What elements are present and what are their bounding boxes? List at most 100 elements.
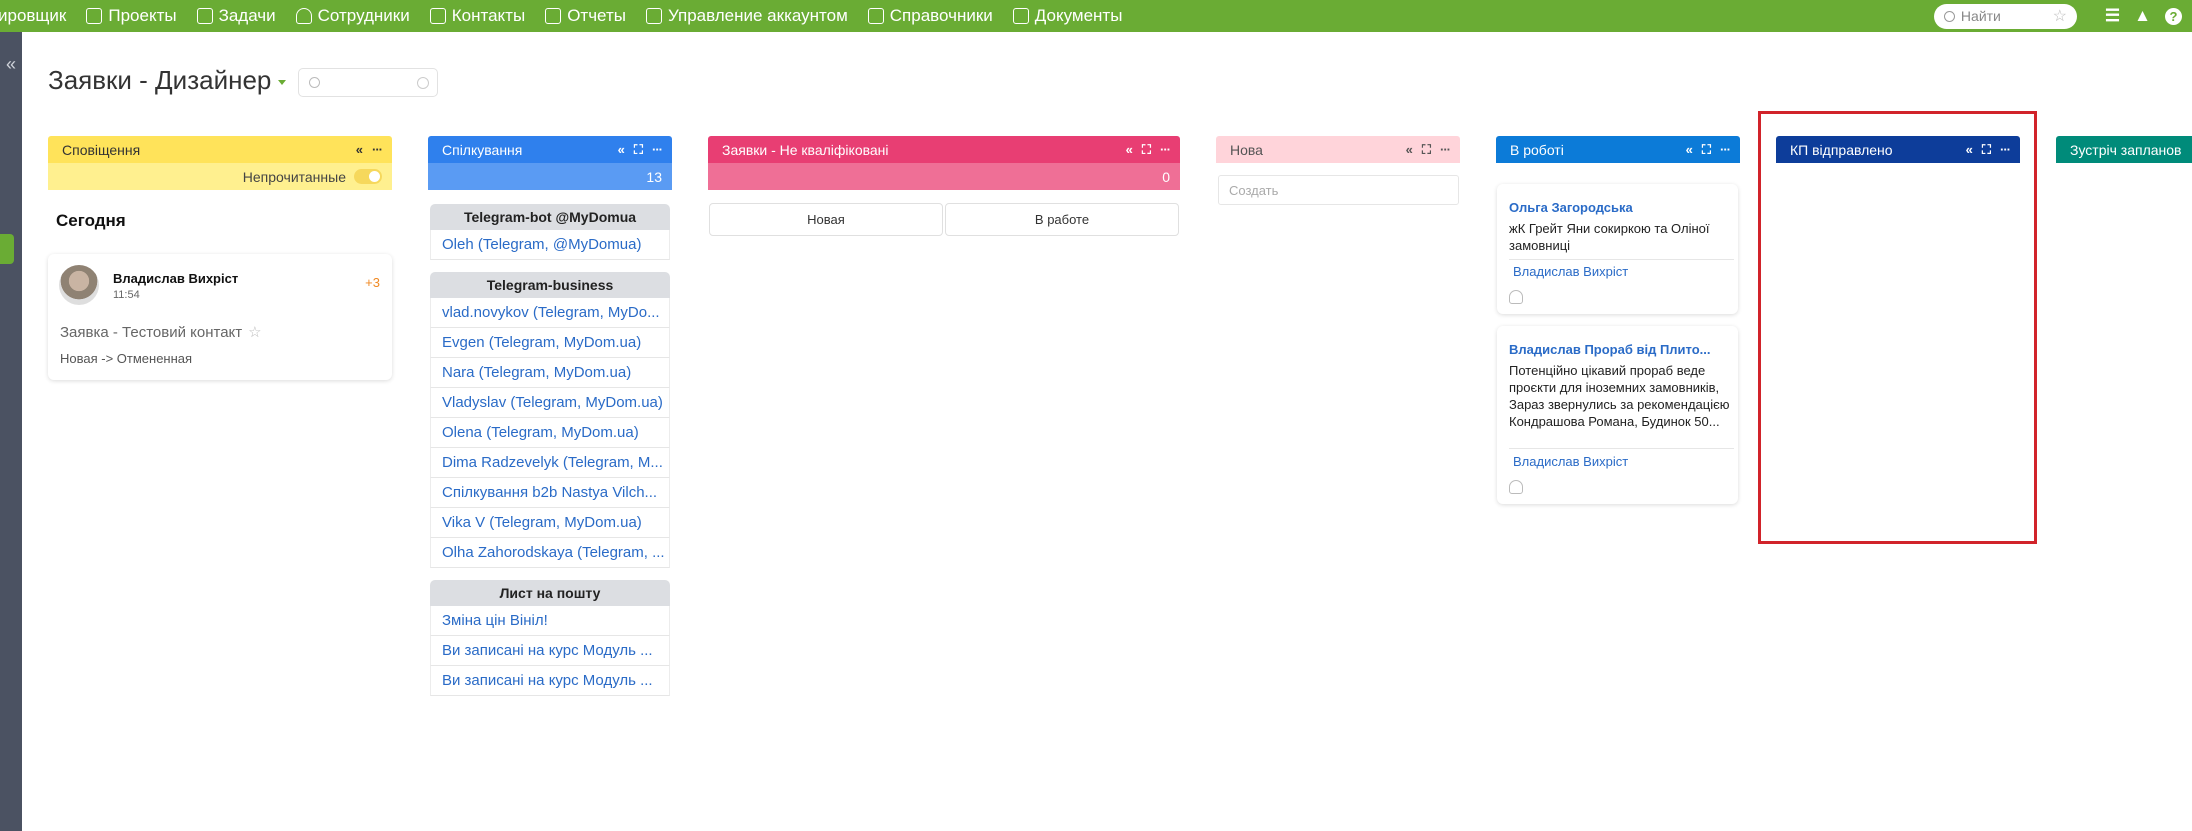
star-icon[interactable]: ☆	[2053, 6, 2067, 26]
notification-lead-row[interactable]: Заявка - Тестовий контакт ☆	[60, 323, 262, 341]
lead-card[interactable]: Ольга Загородська жК Грейт Яни сокиркою …	[1497, 184, 1738, 314]
unread-label: Непрочитанные	[242, 168, 346, 185]
notification-extra-count[interactable]: +3	[365, 275, 380, 290]
chat-item[interactable]: Olha Zahorodskaya (Telegram, ...	[430, 538, 670, 568]
expand-sidebar-icon[interactable]: «	[0, 54, 22, 75]
lead-card-title[interactable]: Ольга Загородська	[1509, 200, 1633, 215]
rocket-icon[interactable]: ▲	[2134, 6, 2151, 26]
unread-filter-row: Непрочитанные	[48, 163, 392, 190]
column-title: Нова	[1230, 141, 1263, 158]
more-icon[interactable]: ···	[1160, 142, 1171, 157]
chat-item[interactable]: vlad.novykov (Telegram, MyDo...	[430, 298, 670, 328]
chat-item[interactable]: Dima Radzevelyk (Telegram, M...	[430, 448, 670, 478]
nav-item-projects[interactable]: Проекты	[86, 6, 177, 26]
pipeline-dropdown-caret-icon[interactable]	[278, 80, 286, 85]
notification-author: Владислав Вихріст	[113, 271, 239, 286]
notification-card[interactable]: Владислав Вихріст 11:54 +3 Заявка - Тест…	[48, 254, 392, 380]
expand-icon[interactable]: ⛶	[1702, 142, 1711, 158]
chat-item[interactable]: Nara (Telegram, MyDom.ua)	[430, 358, 670, 388]
bell-icon[interactable]	[1509, 290, 1523, 304]
notification-time: 11:54	[113, 289, 140, 301]
column-notifications-header: Сповіщення « ···	[48, 136, 392, 163]
folder-icon	[86, 8, 103, 24]
top-nav: ировщик Проекты Задачи Сотрудники Контак…	[0, 0, 2192, 32]
notification-lead-link[interactable]: Заявка - Тестовий контакт	[60, 324, 242, 341]
lead-card-description: Потенційно цікавий прораб веде проєкти д…	[1509, 363, 1730, 429]
chat-item[interactable]: Vika V (Telegram, MyDom.ua)	[430, 508, 670, 538]
nav-item-label: Документы	[1034, 6, 1123, 25]
topbar-actions: Найти ☆ ☰ ▲ ?	[1933, 0, 2182, 32]
lead-card-owner[interactable]: Владислав Вихріст	[1513, 454, 1628, 469]
filter-icon[interactable]	[417, 77, 429, 89]
search-placeholder: Найти	[1960, 8, 2001, 24]
chat-item[interactable]: Спілкування b2b Nastya Vilch...	[430, 478, 670, 508]
chat-item[interactable]: Oleh (Telegram, @MyDomua)	[430, 230, 670, 260]
star-icon[interactable]: ☆	[248, 324, 261, 341]
more-icon[interactable]: ···	[1440, 142, 1451, 157]
book-icon	[867, 8, 884, 24]
nav-item-employees[interactable]: Сотрудники	[295, 6, 410, 26]
unread-toggle[interactable]	[354, 169, 382, 184]
column-title: Зустріч запланована	[2070, 141, 2182, 158]
active-section-marker[interactable]	[0, 234, 14, 264]
tab-in-progress[interactable]: В работе	[945, 203, 1179, 236]
collapse-icon[interactable]: «	[1406, 142, 1413, 157]
more-icon[interactable]: ···	[652, 142, 663, 157]
nav-item-label: Справочники	[889, 6, 993, 25]
chat-item[interactable]: Vladyslav (Telegram, MyDom.ua)	[430, 388, 670, 418]
lead-card-owner[interactable]: Владислав Вихріст	[1513, 264, 1628, 279]
nav-item-label: Проекты	[108, 6, 177, 25]
board-search-input[interactable]	[298, 68, 438, 97]
nav-item-label: Отчеты	[567, 6, 626, 25]
nav-item-planner[interactable]: ировщик	[0, 6, 66, 26]
column-meeting-header: Зустріч запланована	[2056, 136, 2192, 163]
people-icon	[295, 8, 312, 24]
nav-item-directories[interactable]: Справочники	[867, 6, 993, 26]
divider	[1509, 448, 1734, 449]
nav-item-reports[interactable]: Отчеты	[545, 6, 626, 26]
account-icon	[645, 8, 662, 24]
expand-icon[interactable]: ⛶	[1142, 142, 1151, 158]
chat-item[interactable]: Olena (Telegram, MyDom.ua)	[430, 418, 670, 448]
global-search-input[interactable]: Найти ☆	[1933, 3, 2077, 29]
nav-item-label: Задачи	[218, 6, 276, 25]
search-icon	[1943, 10, 1955, 22]
collapse-icon[interactable]: «	[618, 142, 625, 157]
avatar	[59, 265, 99, 305]
nav-item-contacts[interactable]: Контакты	[429, 6, 525, 26]
nav-item-documents[interactable]: Документы	[1012, 6, 1123, 26]
nav-item-tasks[interactable]: Задачи	[196, 6, 276, 26]
lead-card-title[interactable]: Владислав Прораб від Плито...	[1509, 342, 1711, 357]
column-in-progress-header: В роботі « ⛶ ···	[1496, 136, 1740, 163]
column-count-row: 0	[708, 163, 1180, 190]
collapse-icon[interactable]: «	[1126, 142, 1133, 157]
nav-item-account[interactable]: Управление аккаунтом	[645, 6, 848, 26]
bell-icon[interactable]	[1509, 480, 1523, 494]
expand-icon[interactable]: ⛶	[634, 142, 643, 158]
tab-new[interactable]: Новая	[709, 203, 943, 236]
left-sidebar-strip: «	[0, 32, 22, 831]
create-lead-input[interactable]: Создать	[1218, 175, 1459, 205]
chart-icon	[545, 8, 562, 24]
search-icon	[309, 77, 320, 88]
chat-item[interactable]: Зміна цін Вініл!	[430, 606, 670, 636]
document-icon	[1012, 8, 1029, 24]
chat-group-header: Telegram-bot @MyDomua	[430, 204, 670, 230]
page-title: Заявки - Дизайнер	[48, 65, 272, 95]
nav-item-label: Управление аккаунтом	[667, 6, 848, 25]
chat-item[interactable]: Ви записані на курс Модуль ...	[430, 666, 670, 696]
help-icon[interactable]: ?	[2165, 7, 2182, 25]
chat-item[interactable]: Evgen (Telegram, MyDom.ua)	[430, 328, 670, 358]
lead-card[interactable]: Владислав Прораб від Плито... Потенційно…	[1497, 326, 1738, 504]
column-title: Спілкування	[442, 141, 523, 158]
column-new-header: Нова « ⛶ ···	[1216, 136, 1460, 163]
more-icon[interactable]: ···	[1720, 142, 1731, 157]
chat-item[interactable]: Ви записані на курс Модуль ...	[430, 636, 670, 666]
collapse-icon[interactable]: «	[356, 142, 363, 157]
expand-icon[interactable]: ⛶	[1422, 142, 1431, 158]
menu-icon[interactable]: ☰	[2105, 6, 2120, 26]
column-title: Сповіщення	[62, 141, 141, 158]
collapse-icon[interactable]: «	[1686, 142, 1693, 157]
more-icon[interactable]: ···	[372, 142, 383, 157]
nav-item-label: ировщик	[0, 6, 67, 25]
